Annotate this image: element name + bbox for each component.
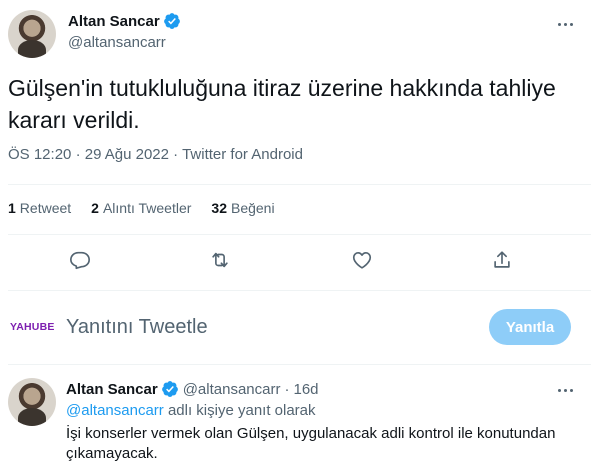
quotes-stat[interactable]: 2 Alıntı Tweetler [91, 200, 191, 216]
reply-composer: YAHUBE Yanıtını Tweetle Yanıtla [0, 306, 591, 350]
reply-author-handle[interactable]: @altansancarr [183, 381, 281, 398]
verified-badge-icon [163, 13, 180, 29]
divider [8, 234, 591, 235]
reply-author-avatar[interactable] [8, 378, 56, 426]
reply-button[interactable]: Yanıtla [489, 309, 571, 345]
more-icon[interactable] [553, 380, 577, 400]
replying-to-mention[interactable]: @altansancarr [66, 402, 164, 419]
composer-avatar[interactable]: YAHUBE [10, 318, 54, 336]
tweet-time[interactable]: ÖS 12:20 [8, 146, 71, 163]
replying-to: @altansancarr adlı kişiye yanıt olarak [66, 402, 316, 419]
divider [8, 364, 591, 365]
like-icon[interactable] [346, 244, 378, 276]
author-handle-row: @altansancarr [68, 34, 166, 51]
reply-text: İşi konserler vermek olan Gülşen, uygula… [66, 425, 556, 462]
tweet-actions [0, 244, 591, 276]
replying-to-suffix: adlı kişiye yanıt olarak [167, 402, 316, 419]
reply-author-name[interactable]: Altan Sancar [66, 381, 158, 398]
reply-input[interactable]: Yanıtını Tweetle [66, 316, 208, 339]
tweet-stats: 1 Retweet 2 Alıntı Tweetler 32 Beğeni [8, 200, 295, 216]
author-display-name[interactable]: Altan Sancar [68, 13, 160, 30]
reply-tweet[interactable]: Altan Sancar @altansancarr · 16d @altans… [0, 366, 591, 464]
share-icon[interactable] [486, 244, 518, 276]
reply-separator: · [284, 380, 290, 398]
meta-separator: · [75, 146, 81, 163]
tweet-text: Gülşen'in tutukluluğuna itiraz üzerine h… [8, 75, 556, 133]
author-avatar[interactable] [8, 10, 56, 58]
likes-stat[interactable]: 32 Beğeni [211, 200, 274, 216]
author-handle[interactable]: @altansancarr [68, 34, 166, 51]
tweet-meta: ÖS 12:20 · 29 Ağu 2022 · Twitter for And… [8, 146, 303, 163]
reply-header: Altan Sancar @altansancarr · 16d [66, 380, 319, 398]
meta-separator: · [173, 146, 179, 163]
divider [8, 184, 591, 185]
divider [8, 290, 591, 291]
reply-age[interactable]: 16d [293, 381, 318, 398]
retweet-icon[interactable] [204, 244, 236, 276]
tweet-date[interactable]: 29 Ağu 2022 [85, 146, 169, 163]
retweets-stat[interactable]: 1 Retweet [8, 200, 71, 216]
author-name-row: Altan Sancar [68, 12, 181, 30]
verified-badge-icon [161, 381, 178, 397]
reply-icon[interactable] [64, 244, 96, 276]
more-icon[interactable] [553, 14, 577, 34]
tweet-client[interactable]: Twitter for Android [182, 146, 303, 163]
